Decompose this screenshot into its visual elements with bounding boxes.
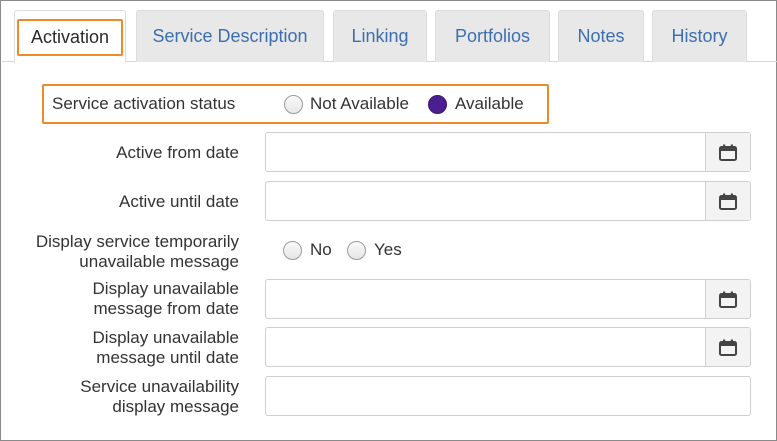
unavail-message-label-line1: Service unavailability — [80, 377, 239, 396]
calendar-icon — [719, 193, 737, 210]
unavail-from-input[interactable] — [266, 280, 706, 318]
radio-temp-yes[interactable] — [347, 241, 366, 260]
tab-activation-label: Activation — [16, 18, 124, 56]
tab-history[interactable]: History — [652, 10, 747, 62]
activation-panel: Activation Service Description Linking P… — [0, 0, 777, 441]
temp-unavailable-label-line2: unavailable message — [79, 252, 239, 271]
unavail-from-label-line1: Display unavailable — [92, 279, 239, 298]
active-until-label: Active until date — [118, 192, 239, 211]
radio-available[interactable] — [428, 95, 447, 114]
unavail-until-input[interactable] — [266, 328, 706, 366]
tab-linking[interactable]: Linking — [333, 10, 427, 62]
unavail-from-label-line2: message from date — [93, 299, 239, 318]
radio-not-available[interactable] — [284, 95, 303, 114]
active-from-field — [265, 132, 751, 172]
unavail-message-field — [265, 376, 751, 416]
tab-portfolios[interactable]: Portfolios — [435, 10, 550, 62]
active-from-calendar-button[interactable] — [705, 133, 750, 171]
active-from-input[interactable] — [266, 133, 706, 171]
tab-service-description-label: Service Description — [152, 26, 308, 46]
tab-activation[interactable]: Activation — [14, 10, 126, 63]
radio-temp-no[interactable] — [283, 241, 302, 260]
calendar-icon — [719, 291, 737, 308]
unavail-until-label-line2: message until date — [96, 348, 239, 367]
unavail-from-field — [265, 279, 751, 319]
unavail-message-textarea[interactable] — [266, 377, 750, 415]
active-from-label: Active from date — [116, 143, 239, 162]
tab-linking-label: Linking — [351, 26, 409, 46]
tab-history-label: History — [671, 26, 728, 46]
unavail-until-field — [265, 327, 751, 367]
radio-not-available-label[interactable]: Not Available — [310, 94, 409, 114]
unavail-until-label-line1: Display unavailable — [92, 328, 239, 347]
calendar-icon — [719, 339, 737, 356]
radio-temp-no-label[interactable]: No — [310, 240, 332, 260]
active-until-field — [265, 181, 751, 221]
radio-available-label[interactable]: Available — [455, 94, 524, 114]
calendar-icon — [719, 144, 737, 161]
tab-service-description[interactable]: Service Description — [136, 10, 324, 62]
activation-status-label: Service activation status — [52, 94, 236, 113]
active-until-calendar-button[interactable] — [705, 182, 750, 220]
tab-portfolios-label: Portfolios — [454, 26, 531, 46]
tab-notes[interactable]: Notes — [558, 10, 644, 62]
unavail-message-label-line2: display message — [112, 397, 239, 416]
tab-notes-label: Notes — [577, 26, 625, 46]
activation-status-group: Service activation status Not Available … — [42, 84, 549, 124]
temp-unavailable-label-line1: Display service temporarily — [35, 232, 239, 251]
unavail-until-calendar-button[interactable] — [705, 328, 750, 366]
radio-temp-yes-label[interactable]: Yes — [374, 240, 402, 260]
tab-bar: Activation Service Description Linking P… — [2, 2, 777, 63]
active-until-input[interactable] — [266, 182, 706, 220]
unavail-from-calendar-button[interactable] — [705, 280, 750, 318]
